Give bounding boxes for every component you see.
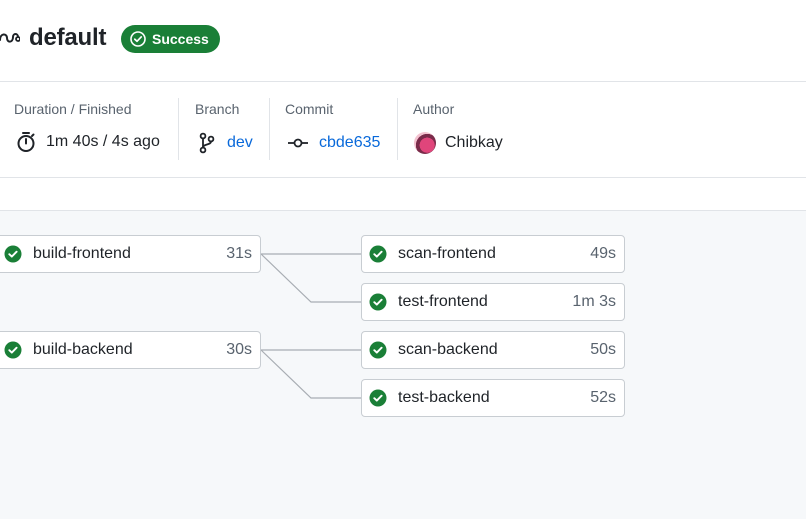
git-commit-icon — [288, 138, 308, 148]
check-circle-icon — [369, 341, 387, 359]
job-name: scan-backend — [398, 341, 498, 358]
connector-line — [260, 253, 361, 303]
job-scan-frontend[interactable]: scan-frontend 49s — [361, 235, 625, 273]
avatar — [414, 132, 436, 154]
status-badge: Success — [121, 25, 220, 53]
commit-value-row: cbde635 — [287, 132, 380, 154]
job-scan-backend[interactable]: scan-backend 50s — [361, 331, 625, 369]
check-circle-icon — [4, 341, 22, 359]
job-duration: 31s — [226, 245, 252, 262]
job-duration: 1m 3s — [572, 293, 616, 310]
status-text: Success — [152, 31, 209, 47]
branch-value-row: dev — [197, 132, 253, 154]
job-name: scan-frontend — [398, 245, 496, 262]
job-build-backend[interactable]: build-backend 30s — [0, 331, 261, 369]
commit-link[interactable]: cbde635 — [319, 134, 380, 152]
commit-label: Commit — [285, 101, 334, 117]
job-name: build-frontend — [33, 245, 131, 262]
branch-link[interactable]: dev — [227, 134, 253, 152]
git-branch-icon — [199, 132, 215, 154]
divider — [178, 98, 179, 160]
check-circle-icon — [369, 293, 387, 311]
duration-value-row: 1m 40s / 4s ago — [16, 131, 160, 153]
job-name: test-backend — [398, 389, 490, 406]
author-value-row: Chibkay — [414, 132, 503, 154]
job-build-frontend[interactable]: build-frontend 31s — [0, 235, 261, 273]
job-duration: 50s — [590, 341, 616, 358]
job-name: build-backend — [33, 341, 133, 358]
check-circle-icon — [4, 245, 22, 263]
branch-label: Branch — [195, 101, 240, 117]
job-duration: 30s — [226, 341, 252, 358]
connector-line — [260, 349, 361, 399]
workflow-graph: build-frontend 31s build-backend 30s sca… — [0, 211, 806, 519]
check-circle-icon — [130, 31, 146, 47]
workflow-meta: Duration / Finished 1m 40s / 4s ago Bran… — [0, 82, 806, 178]
job-test-frontend[interactable]: test-frontend 1m 3s — [361, 283, 625, 321]
workflow-icon — [0, 33, 20, 43]
job-name: test-frontend — [398, 293, 488, 310]
check-circle-icon — [369, 389, 387, 407]
stopwatch-icon — [17, 132, 35, 152]
job-duration: 49s — [590, 245, 616, 262]
workflow-header: default Success — [0, 0, 806, 82]
duration-value: 1m 40s / 4s ago — [46, 133, 160, 150]
job-duration: 52s — [590, 389, 616, 406]
duration-label: Duration / Finished — [14, 101, 132, 117]
author-name: Chibkay — [445, 134, 503, 151]
divider — [269, 98, 270, 160]
check-circle-icon — [369, 245, 387, 263]
author-label: Author — [413, 101, 455, 117]
job-test-backend[interactable]: test-backend 52s — [361, 379, 625, 417]
divider — [397, 98, 398, 160]
page-title: default — [29, 24, 107, 51]
